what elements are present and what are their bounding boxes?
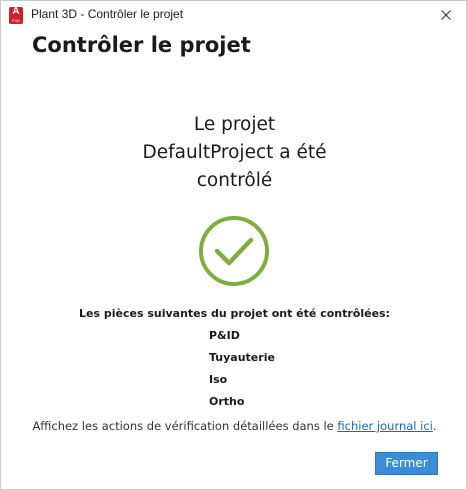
status-line: Le projet <box>193 114 276 135</box>
log-file-link[interactable]: fichier journal ici <box>337 419 432 433</box>
log-message-prefix: Affichez les actions de vérification dét… <box>32 419 338 433</box>
log-message-suffix: . <box>432 419 437 433</box>
window-close-button[interactable] <box>426 1 466 29</box>
dialog-heading: Contrôler le projet <box>32 33 251 57</box>
close-button[interactable]: Fermer <box>375 452 438 475</box>
parts-heading: Les pièces suivantes du projet ont été c… <box>79 307 390 320</box>
close-icon <box>441 10 451 20</box>
app-icon: A P3D <box>9 6 23 24</box>
status-message: Le projet DefaultProject a été contrôlé <box>61 111 408 195</box>
list-item: Tuyauterie <box>209 351 275 364</box>
status-line: contrôlé <box>196 170 273 191</box>
title-bar: A P3D Plant 3D - Contrôler le projet <box>1 1 466 29</box>
app-icon-letter: A <box>12 6 20 17</box>
app-icon-tag: P3D <box>11 18 21 23</box>
status-line: DefaultProject a été <box>142 142 327 163</box>
list-item: Ortho <box>209 395 245 408</box>
window-title: Plant 3D - Contrôler le projet <box>31 7 184 21</box>
parts-list: P&ID Tuyauterie Iso Ortho <box>209 328 275 416</box>
check-circle-icon <box>198 215 270 287</box>
dialog-window: A P3D Plant 3D - Contrôler le projet Con… <box>0 0 467 490</box>
list-item: Iso <box>209 373 228 386</box>
log-file-message: Affichez les actions de vérification dét… <box>1 419 467 433</box>
list-item: P&ID <box>209 329 240 342</box>
